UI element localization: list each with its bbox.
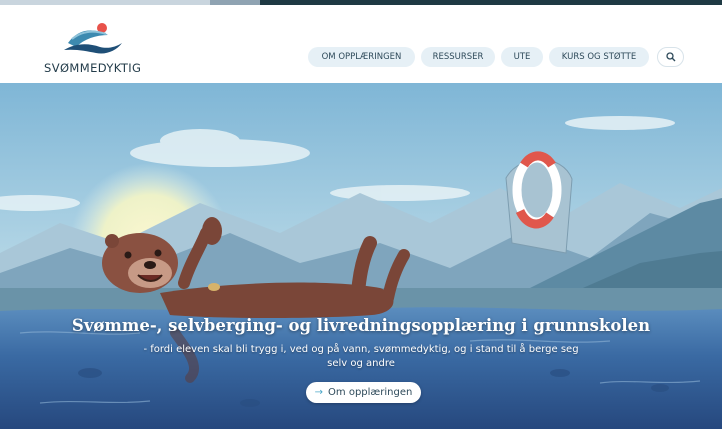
- arrow-right-icon: →: [314, 387, 324, 398]
- hero-title: Svømme-, selvberging- og livredningsoppl…: [71, 316, 651, 335]
- cta-label: Om opplæringen: [328, 387, 413, 398]
- nav-item-ute[interactable]: UTE: [501, 47, 543, 67]
- logo-text: SVØMMEDYKTIG: [44, 61, 142, 75]
- site-header: SVØMMEDYKTIG OM OPPLÆRINGEN RESSURSER UT…: [0, 5, 722, 83]
- nav-item-ressurser[interactable]: RESSURSER: [421, 47, 495, 67]
- hero-subtitle: - fordi eleven skal bli trygg i, ved og …: [143, 344, 579, 369]
- search-icon: [665, 52, 675, 62]
- hero-banner: Svømme-, selvberging- og livredningsoppl…: [0, 83, 722, 429]
- logo[interactable]: SVØMMEDYKTIG: [44, 11, 144, 75]
- nav-item-om-opplaeringen[interactable]: OM OPPLÆRINGEN: [308, 47, 415, 67]
- nav-item-kurs-og-stotte[interactable]: KURS OG STØTTE: [549, 47, 649, 67]
- lifebuoy-illustration: [505, 151, 573, 254]
- logo-icon: [64, 23, 122, 54]
- search-button[interactable]: [657, 47, 684, 67]
- hero-illustration: [0, 83, 722, 429]
- cta-om-opplaeringen-button[interactable]: → Om opplæringen: [306, 382, 421, 403]
